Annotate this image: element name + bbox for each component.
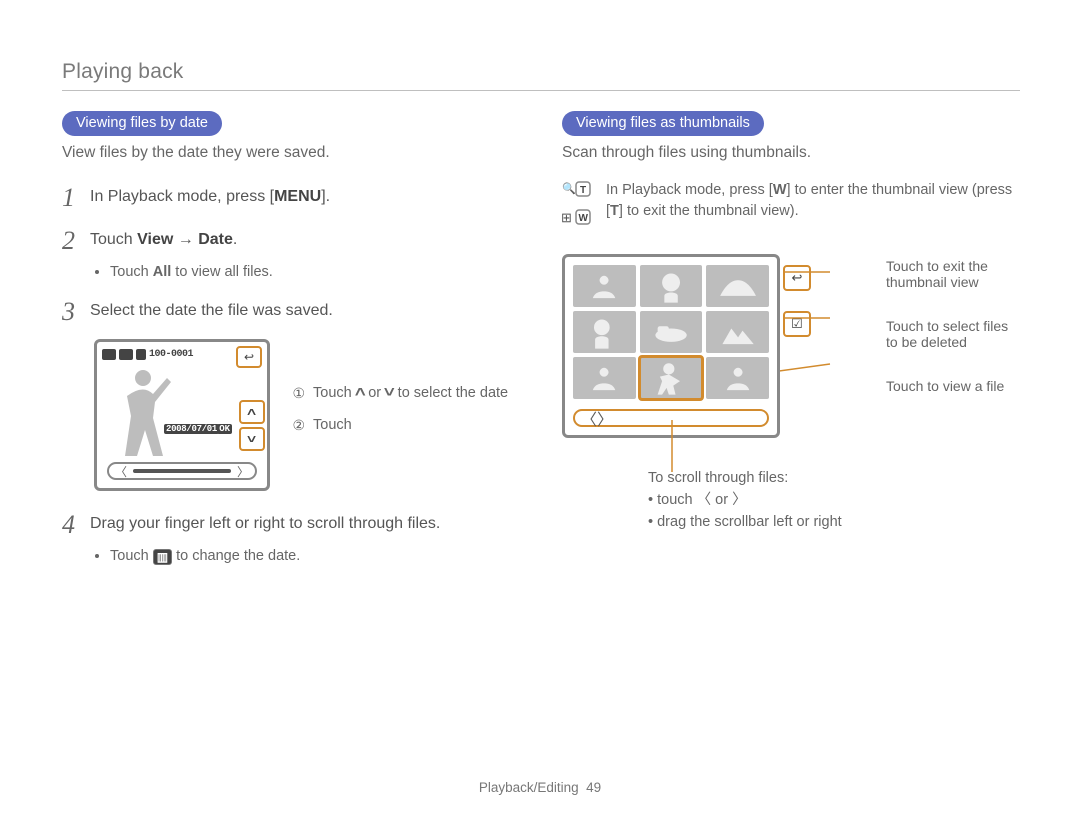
step2-bullet: Touch All to view all files. <box>110 264 522 280</box>
step-1-text: In Playback mode, press [MENU]. <box>90 180 330 215</box>
step4-bullet: Touch ▥ to change the date. <box>110 548 522 564</box>
zoom-icons: 🔍 T ⊞ W <box>562 180 594 236</box>
step-number-2: 2 <box>62 223 90 258</box>
svg-text:🔍: 🔍 <box>562 181 576 195</box>
delete-select-icon[interactable]: ☑ <box>783 311 811 337</box>
back-icon[interactable]: ↩ <box>236 346 262 368</box>
chevron-right-icon: 〉 <box>732 490 747 512</box>
thumbnail[interactable] <box>706 265 769 307</box>
section-title: Playing back <box>62 60 1020 91</box>
left-column: Viewing files by date View files by the … <box>62 111 522 579</box>
thumbnail-scrollbar[interactable]: 〈 〉 <box>573 409 769 427</box>
subheading-viewing-by-date: Viewing files by date <box>62 111 222 136</box>
page-footer: Playback/Editing 49 <box>0 780 1080 795</box>
calendar-icon: ▥ <box>153 549 172 565</box>
chevron-down-icon: ˅ <box>384 383 395 405</box>
thumbnail-selected[interactable] <box>640 357 703 399</box>
step-3-text: Select the date the file was saved. <box>90 294 333 329</box>
svg-text:T: T <box>580 185 586 196</box>
thumbnail-screen-mock: 〈 〉 ↩ ☑ <box>562 254 780 438</box>
thumbnail[interactable] <box>640 311 703 353</box>
scroll-left-icon[interactable]: 〈 <box>581 406 597 430</box>
silhouette-image <box>115 366 175 458</box>
right-column: Viewing files as thumbnails Scan through… <box>562 111 1020 579</box>
callout-exit-thumbnail: Touch to exit the thumbnail view <box>886 258 1020 290</box>
step-2-text: Touch View → Date. <box>90 223 237 258</box>
intro-text: View files by the date they were saved. <box>62 144 522 162</box>
ok-label: OK <box>217 424 232 434</box>
play-icon <box>102 349 116 360</box>
thumbnail[interactable] <box>573 311 636 353</box>
date-label: 2008/07/01 <box>164 424 219 434</box>
battery-icon <box>119 349 133 360</box>
step-4-text: Drag your finger left or right to scroll… <box>90 507 440 542</box>
storage-icon <box>136 349 146 360</box>
scroll-left-icon[interactable]: 〈 <box>115 463 127 480</box>
callout-view-file: Touch to view a file <box>886 378 1020 394</box>
chevron-left-icon: 〈 <box>697 490 712 512</box>
scroll-bar[interactable]: 〈 〉 <box>107 462 257 480</box>
svg-text:W: W <box>579 213 589 224</box>
callout-number-2-icon: ② <box>292 415 305 437</box>
thumbnail-callouts: Touch to exit the thumbnail view Touch t… <box>886 258 1020 394</box>
step-number-1: 1 <box>62 180 90 215</box>
exit-thumbnail-icon[interactable]: ↩ <box>783 265 811 291</box>
right-intro: Scan through files using thumbnails. <box>562 144 1020 162</box>
step-number-3: 3 <box>62 294 90 329</box>
thumbnail[interactable] <box>706 357 769 399</box>
subheading-viewing-thumbnails: Viewing files as thumbnails <box>562 111 764 136</box>
callout-number-1-icon: ① <box>292 383 305 405</box>
scroll-instructions: To scroll through files: • touch 〈 or 〉 … <box>648 468 1020 533</box>
file-number-label: 100-0001 <box>149 349 193 360</box>
screen-callouts: ① Touch ˄ or ˅ to select the date ② Touc… <box>292 383 508 437</box>
thumbnail[interactable] <box>640 265 703 307</box>
camera-screen-mock: 100-0001 ↩ 2008/07/01 OK ˄ ˅ 〈 <box>94 339 270 491</box>
thumbnail[interactable] <box>573 357 636 399</box>
step-number-4: 4 <box>62 507 90 542</box>
callout-delete-select: Touch to select files to be deleted <box>886 318 1020 350</box>
tw-note: In Playback mode, press [W] to enter the… <box>606 180 1020 222</box>
svg-text:⊞: ⊞ <box>562 210 572 225</box>
thumbnail[interactable] <box>573 265 636 307</box>
down-button[interactable]: ˅ <box>239 427 265 451</box>
up-button[interactable]: ˄ <box>239 400 265 424</box>
scroll-right-icon[interactable]: 〉 <box>237 463 249 480</box>
chevron-up-icon: ˄ <box>354 383 365 405</box>
thumbnail[interactable] <box>706 311 769 353</box>
scroll-right-icon[interactable]: 〉 <box>597 406 613 430</box>
